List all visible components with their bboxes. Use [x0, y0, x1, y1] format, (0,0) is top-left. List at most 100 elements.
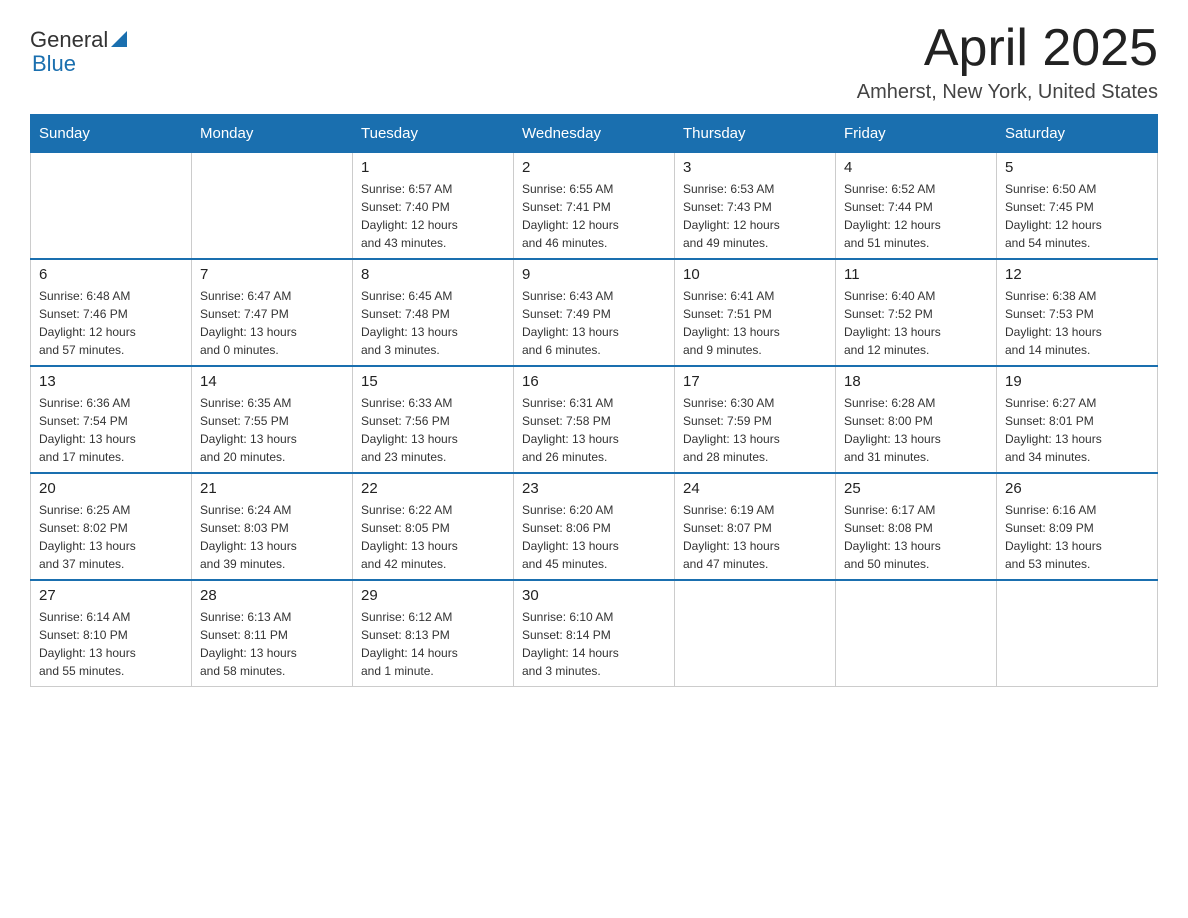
calendar-week-row: 13 Sunrise: 6:36 AM Sunset: 7:54 PM Dayli… — [31, 366, 1158, 473]
page-title: April 2025 — [857, 20, 1158, 77]
day-number: 3 — [683, 159, 827, 176]
day-info: Sunrise: 6:52 AM Sunset: 7:44 PM Dayligh… — [844, 180, 988, 252]
weekday-header-tuesday: Tuesday — [353, 115, 514, 153]
calendar-cell — [192, 153, 353, 260]
day-number: 2 — [522, 159, 666, 176]
day-info: Sunrise: 6:10 AM Sunset: 8:14 PM Dayligh… — [522, 608, 666, 680]
day-info: Sunrise: 6:31 AM Sunset: 7:58 PM Dayligh… — [522, 394, 666, 466]
calendar-cell: 14Sunrise: 6:35 AM Sunset: 7:55 PM Dayli… — [192, 366, 353, 473]
day-info: Sunrise: 6:50 AM Sunset: 7:45 PM Dayligh… — [1005, 180, 1149, 252]
calendar-cell: 3 Sunrise: 6:53 AM Sunset: 7:43 PM Daylig… — [675, 153, 836, 260]
weekday-header-saturday: Saturday — [997, 115, 1158, 153]
day-info: Sunrise: 6:57 AM Sunset: 7:40 PM Dayligh… — [361, 180, 505, 252]
calendar-table: SundayMondayTuesdayWednesdayThursdayFrid… — [30, 114, 1158, 687]
calendar-cell: 30Sunrise: 6:10 AM Sunset: 8:14 PM Dayli… — [514, 580, 675, 687]
calendar-cell: 6 Sunrise: 6:48 AM Sunset: 7:46 PM Daylig… — [31, 259, 192, 366]
day-number: 29 — [361, 587, 505, 604]
day-info: Sunrise: 6:28 AM Sunset: 8:00 PM Dayligh… — [844, 394, 988, 466]
calendar-week-row: 1 Sunrise: 6:57 AM Sunset: 7:40 PM Daylig… — [31, 153, 1158, 260]
day-info: Sunrise: 6:47 AM Sunset: 7:47 PM Dayligh… — [200, 287, 344, 359]
weekday-header-thursday: Thursday — [675, 115, 836, 153]
day-number: 12 — [1005, 266, 1149, 283]
day-number: 28 — [200, 587, 344, 604]
logo-text-general: General — [30, 28, 108, 52]
day-number: 24 — [683, 480, 827, 497]
page-header: General Blue April 2025 Amherst, New Yor… — [30, 20, 1158, 104]
calendar-cell: 17 Sunrise: 6:30 AM Sunset: 7:59 PM Dayli… — [675, 366, 836, 473]
day-info: Sunrise: 6:24 AM Sunset: 8:03 PM Dayligh… — [200, 501, 344, 573]
calendar-cell: 5 Sunrise: 6:50 AM Sunset: 7:45 PM Daylig… — [997, 153, 1158, 260]
weekday-header-friday: Friday — [836, 115, 997, 153]
calendar-cell: 29 Sunrise: 6:12 AM Sunset: 8:13 PM Dayli… — [353, 580, 514, 687]
day-number: 20 — [39, 480, 183, 497]
day-number: 18 — [844, 373, 988, 390]
page-subtitle: Amherst, New York, United States — [857, 81, 1158, 104]
day-info: Sunrise: 6:14 AM Sunset: 8:10 PM Dayligh… — [39, 608, 183, 680]
calendar-cell: 4Sunrise: 6:52 AM Sunset: 7:44 PM Daylig… — [836, 153, 997, 260]
day-number: 1 — [361, 159, 505, 176]
day-number: 22 — [361, 480, 505, 497]
calendar-cell: 21 Sunrise: 6:24 AM Sunset: 8:03 PM Dayli… — [192, 473, 353, 580]
calendar-cell: 7 Sunrise: 6:47 AM Sunset: 7:47 PM Daylig… — [192, 259, 353, 366]
day-number: 16 — [522, 373, 666, 390]
day-number: 15 — [361, 373, 505, 390]
calendar-header-row: SundayMondayTuesdayWednesdayThursdayFrid… — [31, 115, 1158, 153]
calendar-week-row: 6 Sunrise: 6:48 AM Sunset: 7:46 PM Daylig… — [31, 259, 1158, 366]
day-number: 27 — [39, 587, 183, 604]
day-number: 19 — [1005, 373, 1149, 390]
calendar-cell — [836, 580, 997, 687]
calendar-cell: 18 Sunrise: 6:28 AM Sunset: 8:00 PM Dayli… — [836, 366, 997, 473]
day-number: 26 — [1005, 480, 1149, 497]
day-info: Sunrise: 6:16 AM Sunset: 8:09 PM Dayligh… — [1005, 501, 1149, 573]
day-number: 7 — [200, 266, 344, 283]
day-info: Sunrise: 6:48 AM Sunset: 7:46 PM Dayligh… — [39, 287, 183, 359]
calendar-cell: 27 Sunrise: 6:14 AM Sunset: 8:10 PM Dayli… — [31, 580, 192, 687]
logo-triangle-icon — [111, 31, 127, 52]
day-info: Sunrise: 6:17 AM Sunset: 8:08 PM Dayligh… — [844, 501, 988, 573]
calendar-cell: 8 Sunrise: 6:45 AM Sunset: 7:48 PM Daylig… — [353, 259, 514, 366]
day-info: Sunrise: 6:20 AM Sunset: 8:06 PM Dayligh… — [522, 501, 666, 573]
weekday-header-wednesday: Wednesday — [514, 115, 675, 153]
day-info: Sunrise: 6:25 AM Sunset: 8:02 PM Dayligh… — [39, 501, 183, 573]
day-info: Sunrise: 6:22 AM Sunset: 8:05 PM Dayligh… — [361, 501, 505, 573]
day-number: 5 — [1005, 159, 1149, 176]
day-info: Sunrise: 6:12 AM Sunset: 8:13 PM Dayligh… — [361, 608, 505, 680]
day-info: Sunrise: 6:45 AM Sunset: 7:48 PM Dayligh… — [361, 287, 505, 359]
calendar-cell: 24 Sunrise: 6:19 AM Sunset: 8:07 PM Dayli… — [675, 473, 836, 580]
calendar-cell: 20 Sunrise: 6:25 AM Sunset: 8:02 PM Dayli… — [31, 473, 192, 580]
day-info: Sunrise: 6:41 AM Sunset: 7:51 PM Dayligh… — [683, 287, 827, 359]
day-number: 23 — [522, 480, 666, 497]
day-info: Sunrise: 6:55 AM Sunset: 7:41 PM Dayligh… — [522, 180, 666, 252]
calendar-cell: 26 Sunrise: 6:16 AM Sunset: 8:09 PM Dayli… — [997, 473, 1158, 580]
calendar-cell: 11Sunrise: 6:40 AM Sunset: 7:52 PM Dayli… — [836, 259, 997, 366]
day-number: 21 — [200, 480, 344, 497]
calendar-cell: 28 Sunrise: 6:13 AM Sunset: 8:11 PM Dayli… — [192, 580, 353, 687]
day-number: 8 — [361, 266, 505, 283]
logo: General Blue — [30, 28, 127, 76]
day-info: Sunrise: 6:53 AM Sunset: 7:43 PM Dayligh… — [683, 180, 827, 252]
calendar-cell: 16 Sunrise: 6:31 AM Sunset: 7:58 PM Dayli… — [514, 366, 675, 473]
calendar-cell — [997, 580, 1158, 687]
day-info: Sunrise: 6:33 AM Sunset: 7:56 PM Dayligh… — [361, 394, 505, 466]
day-info: Sunrise: 6:19 AM Sunset: 8:07 PM Dayligh… — [683, 501, 827, 573]
day-number: 10 — [683, 266, 827, 283]
logo-text-blue: Blue — [32, 52, 76, 76]
calendar-cell: 13 Sunrise: 6:36 AM Sunset: 7:54 PM Dayli… — [31, 366, 192, 473]
day-info: Sunrise: 6:13 AM Sunset: 8:11 PM Dayligh… — [200, 608, 344, 680]
day-info: Sunrise: 6:27 AM Sunset: 8:01 PM Dayligh… — [1005, 394, 1149, 466]
day-info: Sunrise: 6:30 AM Sunset: 7:59 PM Dayligh… — [683, 394, 827, 466]
calendar-cell — [31, 153, 192, 260]
calendar-week-row: 27 Sunrise: 6:14 AM Sunset: 8:10 PM Dayli… — [31, 580, 1158, 687]
day-number: 17 — [683, 373, 827, 390]
day-number: 25 — [844, 480, 988, 497]
weekday-header-monday: Monday — [192, 115, 353, 153]
day-number: 11 — [844, 266, 988, 283]
day-number: 13 — [39, 373, 183, 390]
calendar-week-row: 20 Sunrise: 6:25 AM Sunset: 8:02 PM Dayli… — [31, 473, 1158, 580]
day-number: 9 — [522, 266, 666, 283]
day-info: Sunrise: 6:36 AM Sunset: 7:54 PM Dayligh… — [39, 394, 183, 466]
day-number: 6 — [39, 266, 183, 283]
day-info: Sunrise: 6:38 AM Sunset: 7:53 PM Dayligh… — [1005, 287, 1149, 359]
calendar-cell — [675, 580, 836, 687]
calendar-cell: 9Sunrise: 6:43 AM Sunset: 7:49 PM Daylig… — [514, 259, 675, 366]
